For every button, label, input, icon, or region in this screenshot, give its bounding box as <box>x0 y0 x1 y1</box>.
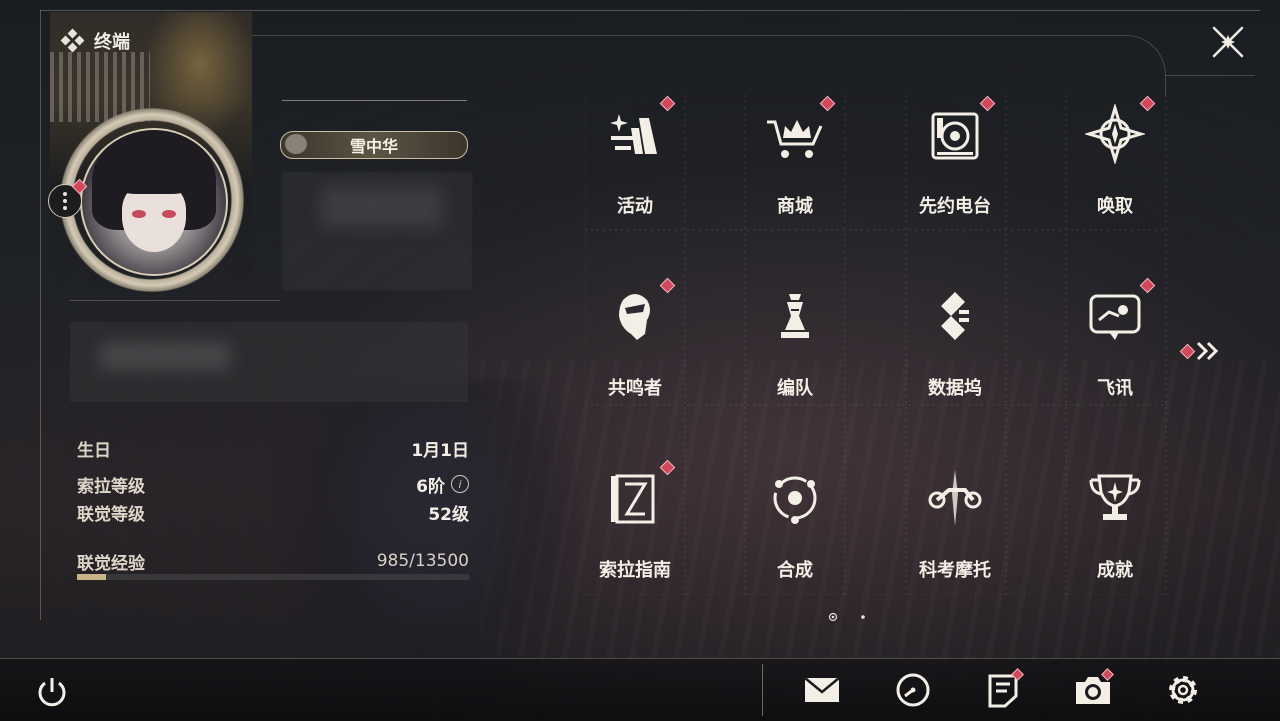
frame-line-left <box>40 10 41 620</box>
menu-label: 共鸣者 <box>608 378 662 399</box>
union-level-label: 联觉等级 <box>77 504 145 525</box>
menu-radio[interactable]: 先约电台 <box>890 92 1020 252</box>
exp-progress-bar <box>77 574 469 580</box>
background-character <box>280 380 580 700</box>
next-page-button[interactable] <box>1179 340 1224 362</box>
close-icon <box>1212 26 1244 58</box>
frame-line-top <box>40 10 1260 11</box>
menu-label: 活动 <box>617 196 653 217</box>
menu-data-dock[interactable]: 数据坞 <box>890 274 1020 434</box>
birthday-label: 生日 <box>77 440 111 461</box>
terminal-header: 终端 <box>60 28 130 54</box>
mail-icon <box>804 677 840 702</box>
stat-row-union-level: 联觉等级 52级 <box>77 500 469 525</box>
info-icon[interactable]: i <box>451 475 469 493</box>
compass-star-icon <box>1085 104 1145 164</box>
page-title: 终端 <box>94 32 130 53</box>
menu-label: 数据坞 <box>928 378 982 399</box>
stat-row-exp: 联觉经验 985/13500 <box>77 549 469 574</box>
settings-icon <box>1169 676 1197 704</box>
diamond-logo-icon <box>60 28 85 53</box>
radio-speaker-icon <box>931 112 979 160</box>
menu-motorcycle[interactable]: 科考摩托 <box>890 456 1020 616</box>
frame-line-right <box>1165 75 1255 76</box>
menu-label: 先约电台 <box>919 196 991 217</box>
sola-level-value: 6阶 <box>416 476 445 497</box>
toolbar-divider <box>762 664 763 716</box>
double-chevron-right-icon <box>1196 341 1219 361</box>
menu-achievements[interactable]: 成就 <box>1050 456 1180 616</box>
exp-progress-fill <box>77 574 106 580</box>
name-plate-avatar <box>285 134 307 154</box>
history-button[interactable] <box>893 670 933 710</box>
synthesis-orb-icon <box>773 476 817 524</box>
stat-row-sola-level: 索拉等级 6阶 i <box>77 472 469 497</box>
guide-book-icon <box>611 474 655 524</box>
menu-label: 商城 <box>777 196 813 217</box>
menu-label: 合成 <box>777 560 813 581</box>
sparkle-activity-icon <box>610 114 657 154</box>
next-page-notify-dot <box>1179 343 1196 360</box>
menu-resonators[interactable]: 共鸣者 <box>570 274 700 434</box>
menu-shop[interactable]: 商城 <box>730 92 860 252</box>
data-dock-icon <box>941 292 969 340</box>
frame-curve <box>250 35 1166 96</box>
birthday-value: 1月1日 <box>411 440 469 461</box>
settings-button[interactable] <box>1163 670 1203 710</box>
menu-synthesis[interactable]: 合成 <box>730 456 860 616</box>
clock-icon <box>896 673 930 707</box>
menu-convene[interactable]: 唤取 <box>1050 92 1180 252</box>
chat-bubble-icon <box>1089 294 1141 340</box>
character-head-icon <box>619 294 650 340</box>
profile-info-blurred <box>282 172 472 290</box>
menu-team[interactable]: 编队 <box>730 274 860 434</box>
menu-label: 编队 <box>777 378 813 399</box>
mail-button[interactable] <box>802 670 842 710</box>
chess-team-icon <box>781 294 809 338</box>
power-icon <box>38 678 66 707</box>
page-dot <box>861 615 865 619</box>
menu-sola-guide[interactable]: 索拉指南 <box>570 456 700 616</box>
power-button[interactable] <box>32 672 72 712</box>
sola-level-label: 索拉等级 <box>77 476 145 497</box>
crown-cart-icon <box>767 120 823 158</box>
union-level-value: 52级 <box>428 504 469 525</box>
profile-separator <box>70 300 280 301</box>
menu-label: 索拉指南 <box>599 560 671 581</box>
signature-blurred <box>70 322 468 402</box>
exp-value: 985/13500 <box>376 551 469 571</box>
exp-label: 联觉经验 <box>77 553 145 574</box>
notice-button[interactable] <box>983 668 1024 710</box>
name-divider <box>282 100 467 101</box>
stat-row-birthday: 生日 1月1日 <box>77 436 469 461</box>
close-button[interactable] <box>1208 22 1248 62</box>
motorcycle-icon <box>928 470 982 526</box>
page-indicator <box>828 612 868 622</box>
menu-messages[interactable]: 飞讯 <box>1050 274 1180 434</box>
avatar[interactable] <box>80 128 228 276</box>
menu-label: 科考摩托 <box>919 560 991 581</box>
player-name: 雪中华 <box>349 137 398 156</box>
camera-button[interactable] <box>1073 668 1114 710</box>
menu-label: 飞讯 <box>1097 378 1133 399</box>
menu-activity[interactable]: 活动 <box>570 92 700 252</box>
menu-label: 唤取 <box>1097 196 1133 217</box>
player-name-plate[interactable]: 雪中华 <box>280 131 468 159</box>
menu-label: 成就 <box>1097 560 1133 581</box>
trophy-icon <box>1089 474 1141 520</box>
